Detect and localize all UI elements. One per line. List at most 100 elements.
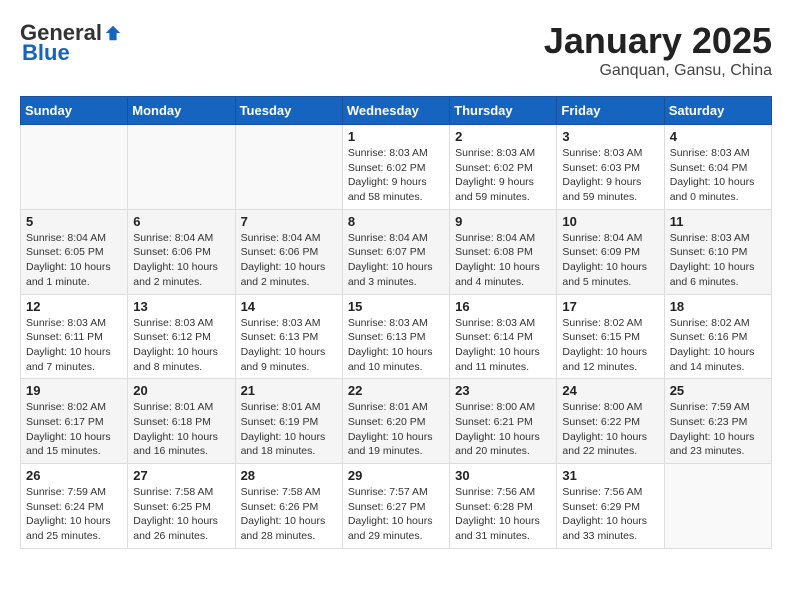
calendar-cell	[21, 125, 128, 210]
calendar-cell	[235, 125, 342, 210]
day-info: Sunrise: 8:03 AM Sunset: 6:10 PM Dayligh…	[670, 231, 766, 290]
day-number: 21	[241, 383, 337, 398]
day-number: 3	[562, 129, 658, 144]
calendar-cell: 31 Sunrise: 7:56 AM Sunset: 6:29 PM Dayli…	[557, 464, 664, 549]
calendar-cell	[128, 125, 235, 210]
day-info: Sunrise: 8:02 AM Sunset: 6:16 PM Dayligh…	[670, 316, 766, 375]
day-info: Sunrise: 8:01 AM Sunset: 6:19 PM Dayligh…	[241, 400, 337, 459]
calendar-cell: 18 Sunrise: 8:02 AM Sunset: 6:16 PM Dayli…	[664, 294, 771, 379]
calendar-cell: 5 Sunrise: 8:04 AM Sunset: 6:05 PM Daylig…	[21, 209, 128, 294]
calendar-cell: 21 Sunrise: 8:01 AM Sunset: 6:19 PM Dayli…	[235, 379, 342, 464]
page-header: General Blue January 2025 Ganquan, Gansu…	[20, 20, 772, 80]
day-info: Sunrise: 7:56 AM Sunset: 6:28 PM Dayligh…	[455, 485, 551, 544]
day-info: Sunrise: 7:58 AM Sunset: 6:25 PM Dayligh…	[133, 485, 229, 544]
calendar-cell: 20Sunrise: 8:01 AM Sunset: 6:18 PM Dayli…	[128, 379, 235, 464]
day-number: 10	[562, 214, 658, 229]
day-info: Sunrise: 8:02 AM Sunset: 6:15 PM Dayligh…	[562, 316, 658, 375]
day-info: Sunrise: 8:00 AM Sunset: 6:22 PM Dayligh…	[562, 400, 658, 459]
calendar-cell: 2Sunrise: 8:03 AM Sunset: 6:02 PM Daylig…	[450, 125, 557, 210]
day-number: 25	[670, 383, 766, 398]
calendar-cell: 10 Sunrise: 8:04 AM Sunset: 6:09 PM Dayli…	[557, 209, 664, 294]
calendar-cell: 8 Sunrise: 8:04 AM Sunset: 6:07 PM Daylig…	[342, 209, 449, 294]
calendar-cell: 27 Sunrise: 7:58 AM Sunset: 6:25 PM Dayli…	[128, 464, 235, 549]
day-number: 19	[26, 383, 122, 398]
day-info: Sunrise: 7:59 AM Sunset: 6:23 PM Dayligh…	[670, 400, 766, 459]
calendar-cell: 25 Sunrise: 7:59 AM Sunset: 6:23 PM Dayli…	[664, 379, 771, 464]
calendar-cell: 17Sunrise: 8:02 AM Sunset: 6:15 PM Dayli…	[557, 294, 664, 379]
calendar-cell: 7Sunrise: 8:04 AM Sunset: 6:06 PM Daylig…	[235, 209, 342, 294]
calendar-cell: 3 Sunrise: 8:03 AM Sunset: 6:03 PM Daylig…	[557, 125, 664, 210]
calendar-cell: 15 Sunrise: 8:03 AM Sunset: 6:13 PM Dayli…	[342, 294, 449, 379]
day-number: 1	[348, 129, 444, 144]
day-info: Sunrise: 8:03 AM Sunset: 6:14 PM Dayligh…	[455, 316, 551, 375]
day-number: 24	[562, 383, 658, 398]
day-number: 13	[133, 299, 229, 314]
month-title: January 2025	[544, 20, 772, 62]
day-number: 4	[670, 129, 766, 144]
weekday-header: Saturday	[664, 97, 771, 125]
day-number: 15	[348, 299, 444, 314]
calendar-cell: 22Sunrise: 8:01 AM Sunset: 6:20 PM Dayli…	[342, 379, 449, 464]
calendar-cell: 6Sunrise: 8:04 AM Sunset: 6:06 PM Daylig…	[128, 209, 235, 294]
calendar-week-row: 1Sunrise: 8:03 AM Sunset: 6:02 PM Daylig…	[21, 125, 772, 210]
day-info: Sunrise: 8:00 AM Sunset: 6:21 PM Dayligh…	[455, 400, 551, 459]
calendar-cell: 14 Sunrise: 8:03 AM Sunset: 6:13 PM Dayli…	[235, 294, 342, 379]
day-number: 27	[133, 468, 229, 483]
calendar-week-row: 19Sunrise: 8:02 AM Sunset: 6:17 PM Dayli…	[21, 379, 772, 464]
calendar-cell: 26 Sunrise: 7:59 AM Sunset: 6:24 PM Dayli…	[21, 464, 128, 549]
location: Ganquan, Gansu, China	[544, 62, 772, 80]
calendar-week-row: 26 Sunrise: 7:59 AM Sunset: 6:24 PM Dayli…	[21, 464, 772, 549]
day-info: Sunrise: 8:04 AM Sunset: 6:07 PM Dayligh…	[348, 231, 444, 290]
day-info: Sunrise: 8:04 AM Sunset: 6:08 PM Dayligh…	[455, 231, 551, 290]
weekday-header: Thursday	[450, 97, 557, 125]
weekday-header: Friday	[557, 97, 664, 125]
day-number: 31	[562, 468, 658, 483]
day-number: 2	[455, 129, 551, 144]
day-info: Sunrise: 8:03 AM Sunset: 6:11 PM Dayligh…	[26, 316, 122, 375]
logo: General Blue	[20, 20, 122, 66]
calendar-cell: 19Sunrise: 8:02 AM Sunset: 6:17 PM Dayli…	[21, 379, 128, 464]
calendar-cell: 1Sunrise: 8:03 AM Sunset: 6:02 PM Daylig…	[342, 125, 449, 210]
day-info: Sunrise: 8:04 AM Sunset: 6:06 PM Dayligh…	[241, 231, 337, 290]
calendar-week-row: 5 Sunrise: 8:04 AM Sunset: 6:05 PM Daylig…	[21, 209, 772, 294]
day-number: 12	[26, 299, 122, 314]
calendar-cell: 23 Sunrise: 8:00 AM Sunset: 6:21 PM Dayli…	[450, 379, 557, 464]
day-number: 11	[670, 214, 766, 229]
day-number: 23	[455, 383, 551, 398]
day-info: Sunrise: 8:03 AM Sunset: 6:13 PM Dayligh…	[241, 316, 337, 375]
day-number: 28	[241, 468, 337, 483]
day-number: 8	[348, 214, 444, 229]
calendar-week-row: 12 Sunrise: 8:03 AM Sunset: 6:11 PM Dayli…	[21, 294, 772, 379]
day-number: 30	[455, 468, 551, 483]
calendar-cell	[664, 464, 771, 549]
day-number: 26	[26, 468, 122, 483]
calendar-table: SundayMondayTuesdayWednesdayThursdayFrid…	[20, 96, 772, 549]
calendar-cell: 24 Sunrise: 8:00 AM Sunset: 6:22 PM Dayli…	[557, 379, 664, 464]
day-info: Sunrise: 8:04 AM Sunset: 6:09 PM Dayligh…	[562, 231, 658, 290]
calendar-cell: 13 Sunrise: 8:03 AM Sunset: 6:12 PM Dayli…	[128, 294, 235, 379]
day-number: 5	[26, 214, 122, 229]
day-number: 14	[241, 299, 337, 314]
calendar-cell: 12 Sunrise: 8:03 AM Sunset: 6:11 PM Dayli…	[21, 294, 128, 379]
day-number: 18	[670, 299, 766, 314]
day-info: Sunrise: 8:03 AM Sunset: 6:03 PM Dayligh…	[562, 146, 658, 205]
day-info: Sunrise: 8:04 AM Sunset: 6:05 PM Dayligh…	[26, 231, 122, 290]
day-info: Sunrise: 8:01 AM Sunset: 6:20 PM Dayligh…	[348, 400, 444, 459]
day-info: Sunrise: 8:03 AM Sunset: 6:13 PM Dayligh…	[348, 316, 444, 375]
day-info: Sunrise: 7:56 AM Sunset: 6:29 PM Dayligh…	[562, 485, 658, 544]
weekday-header: Wednesday	[342, 97, 449, 125]
title-area: January 2025 Ganquan, Gansu, China	[544, 20, 772, 80]
weekday-header: Sunday	[21, 97, 128, 125]
day-number: 16	[455, 299, 551, 314]
calendar-cell: 28Sunrise: 7:58 AM Sunset: 6:26 PM Dayli…	[235, 464, 342, 549]
day-info: Sunrise: 8:03 AM Sunset: 6:12 PM Dayligh…	[133, 316, 229, 375]
day-info: Sunrise: 7:59 AM Sunset: 6:24 PM Dayligh…	[26, 485, 122, 544]
day-info: Sunrise: 8:03 AM Sunset: 6:04 PM Dayligh…	[670, 146, 766, 205]
calendar-cell: 11 Sunrise: 8:03 AM Sunset: 6:10 PM Dayli…	[664, 209, 771, 294]
calendar-cell: 4 Sunrise: 8:03 AM Sunset: 6:04 PM Daylig…	[664, 125, 771, 210]
day-info: Sunrise: 7:57 AM Sunset: 6:27 PM Dayligh…	[348, 485, 444, 544]
day-number: 29	[348, 468, 444, 483]
weekday-header: Tuesday	[235, 97, 342, 125]
logo-icon	[104, 24, 122, 42]
calendar-cell: 29 Sunrise: 7:57 AM Sunset: 6:27 PM Dayli…	[342, 464, 449, 549]
